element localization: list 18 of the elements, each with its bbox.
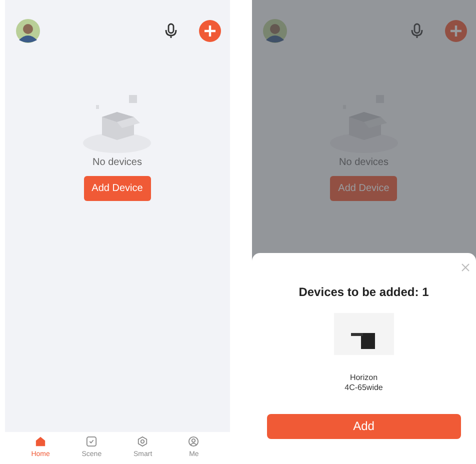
empty-message: No devices: [339, 156, 388, 170]
checkbox-icon: [86, 436, 98, 447]
close-icon[interactable]: [461, 263, 470, 272]
add-device-button[interactable]: Add Device: [330, 176, 398, 201]
avatar-icon[interactable]: [262, 19, 286, 43]
person-icon: [188, 436, 200, 447]
add-button[interactable]: Add: [266, 414, 461, 439]
sheet-title: Devices to be added: 1: [298, 284, 429, 301]
device-name: Horizon 4C-65wide: [344, 373, 383, 394]
add-device-button[interactable]: Add Device: [84, 176, 151, 201]
home-icon: [35, 436, 46, 447]
microphone-icon[interactable]: [164, 23, 176, 39]
empty-message: No devices: [92, 156, 142, 170]
avatar-icon[interactable]: [16, 19, 40, 43]
device-photo-placeholder: [334, 313, 394, 355]
hexagon-icon: [137, 436, 148, 447]
add-icon[interactable]: [445, 20, 467, 42]
add-icon[interactable]: [198, 20, 220, 42]
